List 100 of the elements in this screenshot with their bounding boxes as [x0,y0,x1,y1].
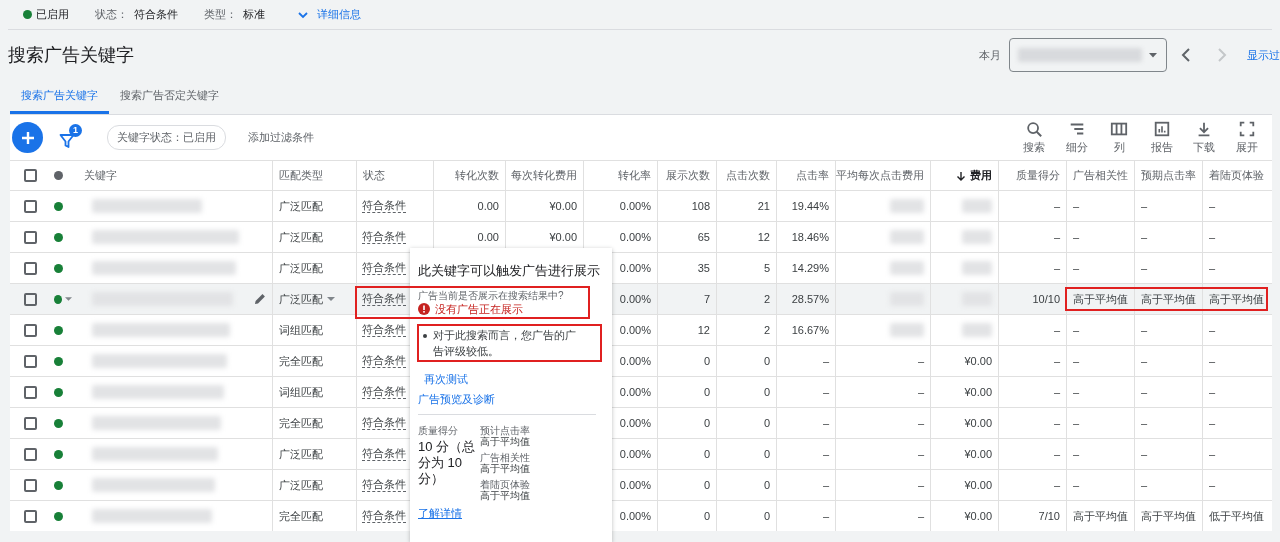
table-cell: – [998,470,1066,500]
status-text[interactable]: 符合条件 [362,509,406,523]
row-checkbox[interactable] [24,199,37,213]
status-text[interactable]: 符合条件 [362,385,406,399]
table-cell: – [1066,377,1134,407]
column-header[interactable]: 费用 [930,161,998,190]
status-text[interactable]: 符合条件 [362,354,406,368]
row-checkbox[interactable] [24,292,37,306]
component-label: 着陆页体验 [480,479,531,490]
row-checkbox[interactable] [24,447,37,461]
row-checkbox[interactable] [24,354,37,368]
table-cell: 高于平均值 [1202,284,1270,314]
table-cell: – [998,222,1066,252]
table-cell: – [1134,470,1202,500]
table-cell: 高于平均值 [1066,501,1134,531]
row-checkbox[interactable] [24,230,37,244]
column-header[interactable]: 点击次数 [716,161,776,190]
table-cell: – [1202,408,1270,438]
status-text[interactable]: 符合条件 [362,447,406,461]
add-filter-link[interactable]: 添加过滤条件 [248,130,1013,145]
table-cell: 0.00 [433,191,505,221]
toolbar-button[interactable]: 展开 [1225,120,1268,155]
field-value: 符合条件 [134,7,178,22]
table-cell: – [1202,470,1270,500]
page-title: 搜索广告关键字 [8,44,135,67]
row-checkbox[interactable] [24,323,37,337]
table-cell: 高于平均值 [1066,284,1134,314]
table-cell: 广泛匹配 [272,222,356,252]
table-cell: – [835,408,930,438]
column-header[interactable]: 关键字 [78,161,272,190]
toolbar-button[interactable]: 列 [1098,120,1141,155]
column-header[interactable]: 广告相关性 [1066,161,1134,190]
status-text[interactable]: 符合条件 [362,292,406,306]
column-header[interactable]: 转化次数 [433,161,505,190]
select-all-checkbox[interactable] [24,169,37,182]
toolbar-button[interactable]: 搜索 [1013,120,1056,155]
field-label: 状态： [95,7,128,22]
row-checkbox[interactable] [24,261,37,275]
table-cell: 0 [657,501,716,531]
row-checkbox[interactable] [24,509,37,523]
row-checkbox[interactable] [24,385,37,399]
status-text[interactable]: 符合条件 [362,230,406,244]
pencil-icon[interactable] [254,293,266,305]
table-cell: – [1202,439,1270,469]
table-cell: – [1134,346,1202,376]
column-header[interactable]: 着陆页体验 [1202,161,1270,190]
table-cell: 完全匹配 [272,501,356,531]
table-cell: – [835,377,930,407]
column-header[interactable]: 匹配类型 [272,161,356,190]
tab[interactable]: 搜索广告否定关键字 [109,80,230,114]
table-cell: – [1066,346,1134,376]
toolbar-button[interactable]: 细分 [1055,120,1098,155]
column-header[interactable]: 点击率 [776,161,835,190]
table-cell: 0 [716,346,776,376]
column-header[interactable]: 状态 [356,161,433,190]
column-header[interactable]: 质量得分 [998,161,1066,190]
toolbar-button[interactable]: 报告 [1140,120,1183,155]
caret-down-icon[interactable] [327,295,335,303]
table-cell: 18.46% [776,222,835,252]
filter-icon[interactable] [59,132,75,149]
table-cell: 0 [657,377,716,407]
arrow-down-icon [956,170,966,181]
status-text[interactable]: 符合条件 [362,261,406,275]
table-cell: ¥0.00 [930,501,998,531]
table-cell: 0 [657,439,716,469]
table-cell: – [1202,222,1270,252]
show-past-link[interactable]: 显示过 [1247,47,1280,63]
date-range-dropdown[interactable] [1009,38,1167,72]
table-cell: – [835,501,930,531]
table-cell: 10/10 [998,284,1066,314]
table-cell: – [998,191,1066,221]
table-cell: ¥0.00 [930,439,998,469]
plus-icon [19,129,36,146]
caret-down-icon[interactable] [64,295,72,303]
table-cell: – [1066,408,1134,438]
filter-chip[interactable]: 关键字状态：已启用 [107,125,226,150]
column-header[interactable]: 平均每次点击费用 [835,161,930,190]
table-cell: – [998,346,1066,376]
column-header[interactable]: 转化率 [583,161,657,190]
column-header[interactable]: 每次转化费用 [505,161,583,190]
status-text[interactable]: 符合条件 [362,416,406,430]
status-text[interactable]: 符合条件 [362,199,406,213]
redacted-text [962,199,992,213]
row-checkbox[interactable] [24,478,37,492]
table-cell: 2 [716,315,776,345]
table-cell: 广泛匹配 [272,191,356,221]
field-label: 类型： [204,7,237,22]
toolbar-button[interactable]: 下载 [1183,120,1226,155]
details-link[interactable]: 详细信息 [317,7,361,22]
column-header[interactable]: 展示次数 [657,161,716,190]
table-cell: 16.67% [776,315,835,345]
status-text[interactable]: 符合条件 [362,323,406,337]
column-header[interactable]: 预期点击率 [1134,161,1202,190]
table-cell: – [1134,439,1202,469]
status-text[interactable]: 符合条件 [362,478,406,492]
table-cell: – [1066,191,1134,221]
learn-more-link[interactable]: 了解详情 [418,506,462,520]
row-checkbox[interactable] [24,416,37,430]
component-value: 高于平均值 [480,490,531,501]
add-button[interactable] [12,122,43,153]
